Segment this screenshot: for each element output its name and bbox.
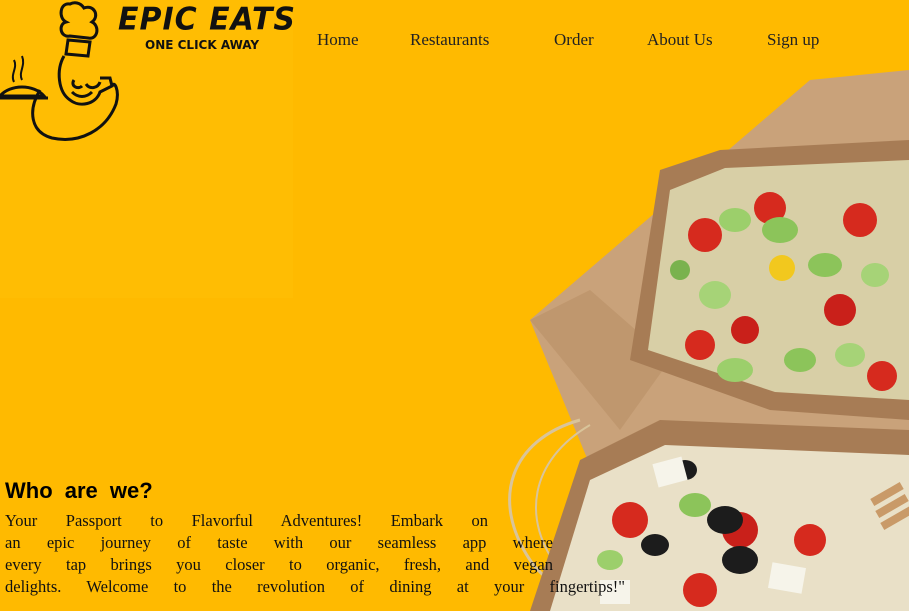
about-text-line: delights. Welcome to the revolution of d… bbox=[5, 577, 625, 596]
about-text-line: every tap brings you closer to organic, … bbox=[5, 555, 553, 574]
nav-sign-up[interactable]: Sign up bbox=[767, 30, 819, 50]
nav-home[interactable]: Home bbox=[317, 30, 359, 50]
about-text-line: an epic journey of taste with our seamle… bbox=[5, 533, 553, 552]
chef-logo-icon bbox=[0, 1, 119, 141]
logo-tagline: ONE CLICK AWAY bbox=[145, 38, 260, 52]
brand-logo[interactable]: EPIC EATS ONE CLICK AWAY bbox=[0, 0, 295, 150]
nav-about-us[interactable]: About Us bbox=[647, 30, 713, 50]
logo-title: EPIC EATS bbox=[118, 1, 297, 38]
about-heading: Who are we? bbox=[5, 478, 153, 503]
nav-restaurants[interactable]: Restaurants bbox=[410, 30, 489, 50]
about-section: Who are we? Your Passport to Flavorful A… bbox=[5, 478, 625, 598]
nav-order[interactable]: Order bbox=[554, 30, 594, 50]
about-text: Your Passport to Flavorful Adventures! E… bbox=[5, 510, 625, 598]
about-text-line: Your Passport to Flavorful Adventures! E… bbox=[5, 511, 488, 530]
